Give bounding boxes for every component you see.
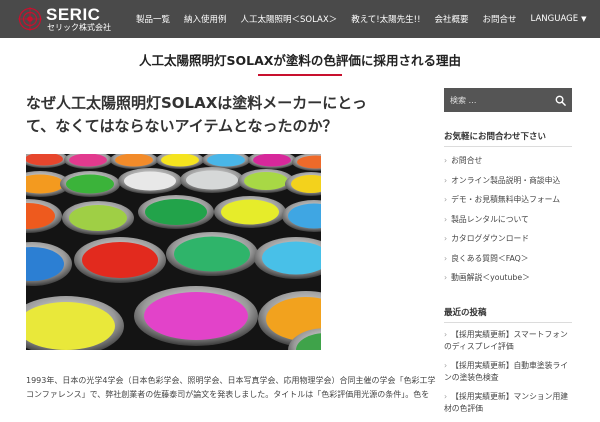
contact-link[interactable]: › 動画解説＜youtube＞ bbox=[444, 268, 579, 288]
contact-links: › お問合せ › オンライン製品説明・商談申込 › デモ・お見積無料申込フォーム › 製… bbox=[444, 151, 579, 288]
logo-company-name: セリック株式会社 bbox=[47, 23, 111, 32]
divider bbox=[444, 322, 572, 323]
article-body: 1993年、日本の光学4学会（日本色彩学会、照明学会、日本写真学会、応用物理学会… bbox=[26, 374, 436, 402]
recent-post-label: 【採用実績更新】マンション用建材の色評価 bbox=[444, 392, 569, 413]
article-paragraph-line: 1993年、日本の光学4学会（日本色彩学会、照明学会、日本写真学会、応用物理学会… bbox=[26, 376, 436, 385]
contact-link[interactable]: › 良くある質問＜FAQ＞ bbox=[444, 249, 579, 269]
recent-post-label: 【採用実績更新】スマートフォンのディスプレイ評価 bbox=[444, 330, 568, 351]
chevron-right-icon: › bbox=[444, 330, 448, 339]
contact-link-label: カタログダウンロード bbox=[451, 234, 530, 243]
nav-case-studies[interactable]: 納入使用例 bbox=[184, 13, 227, 25]
nav-label: LANGUAGE bbox=[530, 14, 579, 24]
contact-heading: お気軽にお問合わせ下さい bbox=[444, 132, 547, 142]
contact-link-label: お問合せ bbox=[451, 156, 483, 165]
chevron-right-icon: › bbox=[444, 156, 448, 165]
divider bbox=[444, 146, 572, 147]
contact-link[interactable]: › デモ・お見積無料申込フォーム bbox=[444, 190, 579, 210]
logo-sun-icon bbox=[18, 7, 42, 31]
chevron-right-icon: › bbox=[444, 175, 448, 185]
recent-posts: › 【採用実績更新】スマートフォンのディスプレイ評価 › 【採用実績更新】自動車塗装… bbox=[444, 329, 574, 422]
search-icon bbox=[555, 95, 566, 106]
nav-products[interactable]: 製品一覧 bbox=[136, 13, 170, 25]
title-underline bbox=[258, 74, 342, 76]
contact-link-label: 製品レンタルについて bbox=[451, 214, 529, 224]
contact-link-label: デモ・お見積無料申込フォーム bbox=[451, 195, 561, 204]
nav-label: 教えて!太陽先生!! bbox=[351, 15, 421, 25]
nav-language[interactable]: LANGUAGE ▼ bbox=[531, 14, 587, 24]
chevron-right-icon: › bbox=[444, 253, 448, 263]
search-input[interactable] bbox=[444, 88, 548, 112]
contact-link[interactable]: › カタログダウンロード bbox=[444, 229, 579, 249]
site-logo[interactable]: SERIC セリック株式会社 bbox=[18, 5, 128, 33]
nav-label: 人工太陽照明＜SOLAX＞ bbox=[240, 15, 338, 25]
main-nav: 製品一覧 納入使用例 人工太陽照明＜SOLAX＞ 教えて!太陽先生!! 会社概要… bbox=[136, 0, 600, 38]
recent-post-label: 【採用実績更新】自動車塗装ラインの塗装色検査 bbox=[444, 361, 569, 382]
recent-posts-heading: 最近の投稿 bbox=[444, 308, 487, 318]
nav-label: お問合せ bbox=[482, 15, 517, 25]
site-header: SERIC セリック株式会社 製品一覧 納入使用例 人工太陽照明＜SOLAX＞ … bbox=[0, 0, 600, 38]
nav-company[interactable]: 会社概要 bbox=[435, 13, 469, 25]
nav-ask-sun-teacher[interactable]: 教えて!太陽先生!! bbox=[351, 13, 420, 25]
logo-name: SERIC bbox=[46, 5, 101, 24]
recent-post-link[interactable]: › 【採用実績更新】マンション用建材の色評価 bbox=[444, 391, 574, 415]
article-title-line: なぜ人工太陽照明灯SOLAXは塗料メーカーにとっ bbox=[26, 94, 367, 112]
contact-link-label: 動画解説＜youtube＞ bbox=[451, 273, 530, 282]
recent-post-link[interactable]: › 【採用実績更新】スマートフォンのディスプレイ評価 bbox=[444, 329, 574, 353]
page-title: 人工太陽照明灯SOLAXが塗料の色評価に採用される理由 bbox=[139, 53, 461, 68]
search-box bbox=[444, 88, 572, 112]
recent-post-link[interactable]: › 【採用実績更新】自動車塗装ラインの塗装色検査 bbox=[444, 360, 574, 384]
nav-label: 納入使用例 bbox=[184, 15, 227, 25]
chevron-down-icon: ▼ bbox=[581, 15, 587, 23]
nav-contact[interactable]: お問合せ bbox=[483, 13, 517, 25]
article-title-line: て、なくてはならないアイテムとなったのか？ bbox=[26, 117, 338, 135]
chevron-right-icon: › bbox=[444, 361, 448, 370]
chevron-right-icon: › bbox=[444, 195, 448, 204]
chevron-right-icon: › bbox=[444, 214, 448, 224]
contact-link[interactable]: › お問合せ bbox=[444, 151, 579, 171]
paint-cans-image bbox=[26, 154, 321, 350]
contact-link-label: 良くある質問＜FAQ＞ bbox=[451, 253, 529, 263]
nav-solax[interactable]: 人工太陽照明＜SOLAX＞ bbox=[241, 13, 338, 25]
contact-link[interactable]: › 製品レンタルについて bbox=[444, 210, 579, 230]
contact-link[interactable]: › オンライン製品説明・商談申込 bbox=[444, 171, 579, 191]
nav-label: 製品一覧 bbox=[136, 15, 171, 25]
page-title-section: 人工太陽照明灯SOLAXが塗料の色評価に採用される理由 bbox=[0, 38, 600, 86]
article-title: なぜ人工太陽照明灯SOLAXは塗料メーカーにとっ て、なくてはならないアイテムと… bbox=[26, 92, 426, 138]
paint-cans-illustration bbox=[26, 154, 321, 350]
chevron-right-icon: › bbox=[444, 234, 448, 243]
nav-label: 会社概要 bbox=[434, 15, 469, 25]
search-button[interactable] bbox=[548, 88, 572, 112]
chevron-right-icon: › bbox=[444, 273, 448, 282]
contact-link-label: オンライン製品説明・商談申込 bbox=[451, 175, 561, 185]
